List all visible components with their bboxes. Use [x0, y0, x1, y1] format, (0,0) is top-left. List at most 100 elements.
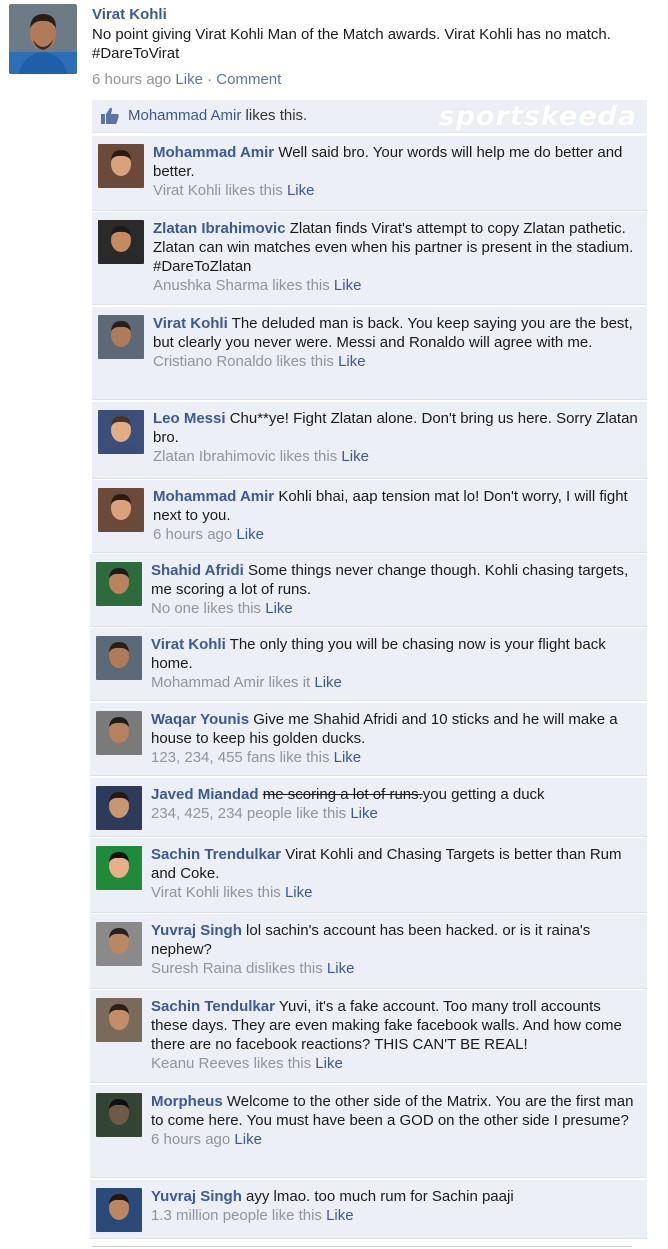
comment-item: Virat Kohli The only thing you will be c… [90, 628, 647, 701]
comment-meta-text: Keanu Reeves likes this [151, 1055, 316, 1072]
commenter-name[interactable]: Virat Kohli [151, 636, 226, 653]
post-time: 6 hours ago [92, 71, 172, 88]
comment-item: Waqar Younis Give me Shahid Afridi and 1… [90, 703, 647, 776]
comment-meta-text: Virat Kohli likes this [153, 182, 287, 199]
comment-meta-text: Suresh Raina dislikes this [151, 960, 327, 977]
comment-body: Waqar Younis Give me Shahid Afridi and 1… [151, 710, 641, 767]
comment-meta: Suresh Raina dislikes this Like [151, 959, 641, 978]
comment-like-button[interactable]: Like [265, 600, 293, 617]
comment-like-button[interactable]: Like [236, 526, 264, 543]
commenter-avatar[interactable] [96, 998, 142, 1042]
comment-body: Leo Messi Chu**ye! Fight Zlatan alone. D… [153, 409, 641, 466]
commenter-avatar[interactable] [98, 488, 144, 532]
like-button[interactable]: Like [175, 71, 203, 88]
comment-meta-text: 234, 425, 234 people like this [151, 805, 351, 822]
comment-meta: Mohammad Amir likes it Like [151, 673, 641, 692]
comment-meta-text: No one likes this [151, 600, 266, 617]
commenter-name[interactable]: Mohammad Amir [153, 488, 274, 505]
comment-meta: Virat Kohli likes this Like [153, 181, 641, 200]
post-text: No point giving Virat Kohli Man of the M… [92, 25, 647, 63]
comment-item: Morpheus Welcome to the other side of th… [90, 1085, 647, 1178]
comment-like-button[interactable]: Like [350, 805, 378, 822]
commenter-avatar[interactable] [98, 410, 144, 454]
comment-meta: 1.3 million people like this Like [151, 1206, 641, 1225]
commenter-name[interactable]: Sachin Trendulkar [151, 846, 281, 863]
comment-like-button[interactable]: Like [314, 674, 342, 691]
comment-button[interactable]: Comment [216, 71, 281, 88]
commenter-avatar[interactable] [96, 1188, 142, 1232]
comment-body: Virat Kohli The deluded man is back. You… [153, 314, 641, 371]
commenter-name[interactable]: Zlatan Ibrahimovic [153, 220, 286, 237]
comment-body: Zlatan Ibrahimovic Zlatan finds Virat's … [153, 219, 641, 295]
comment-body: Javed Miandad me scoring a lot of runs.y… [151, 785, 641, 823]
comment-like-button[interactable]: Like [334, 277, 362, 294]
comment-meta-text: 6 hours ago [151, 1131, 235, 1148]
comment-like-button[interactable]: Like [287, 182, 315, 199]
comment-item: Leo Messi Chu**ye! Fight Zlatan alone. D… [92, 402, 647, 479]
commenter-avatar[interactable] [96, 636, 142, 680]
liker-link[interactable]: Mohammad Amir [128, 107, 241, 124]
comment-item: Sachin Trendulkar Virat Kohli and Chasin… [90, 838, 647, 913]
comment-meta: Anushka Sharma likes this Like [153, 276, 641, 295]
commenter-name[interactable]: Waqar Younis [151, 711, 249, 728]
comment-body: Morpheus Welcome to the other side of th… [151, 1092, 641, 1149]
comment-meta-text: 6 hours ago [153, 526, 237, 543]
commenter-avatar[interactable] [98, 220, 144, 264]
comment-meta-text: Anushka Sharma likes this [153, 277, 334, 294]
comment-item: Yuvraj Singh lol sachin's account has be… [90, 914, 647, 989]
commenter-avatar[interactable] [96, 562, 142, 606]
comment-meta-text: Virat Kohli likes this [151, 884, 285, 901]
comment-like-button[interactable]: Like [338, 353, 366, 370]
comment-meta: Zlatan Ibrahimovic likes this Like [153, 447, 641, 466]
comment-meta-text: 1.3 million people like this [151, 1207, 327, 1224]
commenter-avatar[interactable] [96, 846, 142, 890]
comment-body: Yuvraj Singh ayy lmao. too much rum for … [151, 1187, 641, 1225]
commenter-name[interactable]: Morpheus [151, 1093, 223, 1110]
comment-like-button[interactable]: Like [341, 448, 369, 465]
comment-like-button[interactable]: Like [327, 960, 355, 977]
comment-like-button[interactable]: Like [334, 749, 362, 766]
divider [92, 1246, 632, 1247]
commenter-name[interactable]: Yuvraj Singh [151, 1188, 242, 1205]
post-text-line: No point giving Virat Kohli Man of the M… [92, 26, 611, 43]
comment-like-button[interactable]: Like [326, 1207, 354, 1224]
comment-meta: 234, 425, 234 people like this Like [151, 804, 641, 823]
comment-item: Mohammad Amir Well said bro. Your words … [92, 136, 647, 211]
comment-meta: 6 hours ago Like [151, 1130, 641, 1149]
commenter-avatar[interactable] [98, 315, 144, 359]
commenter-avatar[interactable] [98, 144, 144, 188]
comment-meta-text: Mohammad Amir likes it [151, 674, 315, 691]
post-author-avatar[interactable] [9, 4, 77, 74]
comment-text: you getting a duck [422, 786, 545, 803]
struck-text: me scoring a lot of runs. [262, 786, 423, 803]
commenter-avatar[interactable] [96, 786, 142, 830]
comment-body: Shahid Afridi Some things never change t… [151, 561, 641, 618]
commenter-name[interactable]: Yuvraj Singh [151, 922, 242, 939]
comment-item: Sachin Tendulkar Yuvi, it's a fake accou… [90, 990, 647, 1083]
comment-like-button[interactable]: Like [234, 1131, 262, 1148]
commenter-avatar[interactable] [96, 1093, 142, 1137]
commenter-name[interactable]: Leo Messi [153, 410, 226, 427]
comment-text: Chu**ye! Fight Zlatan alone. Don't bring… [153, 410, 638, 446]
commenter-name[interactable]: Mohammad Amir [153, 144, 274, 161]
comment-body: Mohammad Amir Well said bro. Your words … [153, 143, 641, 200]
likes-suffix: likes this. [241, 107, 308, 124]
comment-like-button[interactable]: Like [315, 1055, 343, 1072]
comment-item: Virat Kohli The deluded man is back. You… [92, 307, 647, 400]
commenter-avatar[interactable] [96, 922, 142, 966]
sportskeeda-watermark: sportskeeda [438, 101, 637, 132]
post-meta: 6 hours ago Like · Comment [92, 71, 281, 88]
comment-body: Sachin Tendulkar Yuvi, it's a fake accou… [151, 997, 641, 1073]
comment-item: Mohammad Amir Kohli bhai, aap tension ma… [92, 480, 647, 553]
comment-body: Virat Kohli The only thing you will be c… [151, 635, 641, 692]
commenter-name[interactable]: Virat Kohli [153, 315, 228, 332]
commenter-name[interactable]: Shahid Afridi [151, 562, 244, 579]
comment-like-button[interactable]: Like [285, 884, 313, 901]
commenter-name[interactable]: Sachin Tendulkar [151, 998, 275, 1015]
comment-body: Sachin Trendulkar Virat Kohli and Chasin… [151, 845, 641, 902]
commenter-name[interactable]: Javed Miandad [151, 786, 259, 803]
comment-meta-text: 123, 234, 455 fans like this [151, 749, 334, 766]
commenter-avatar[interactable] [96, 711, 142, 755]
comment-meta: Cristiano Ronaldo likes this Like [153, 352, 641, 371]
post-author-name[interactable]: Virat Kohli [92, 6, 167, 23]
